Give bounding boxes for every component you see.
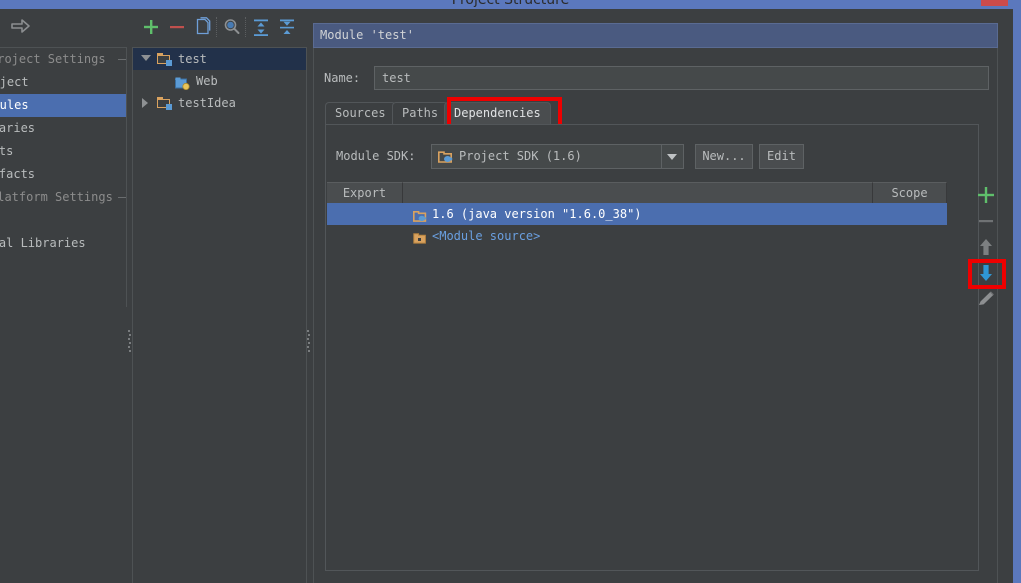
tree-detail-splitter[interactable] [306, 9, 311, 583]
tree-node-testidea[interactable]: testIdea [133, 92, 306, 114]
new-sdk-button-label: New... [702, 149, 746, 163]
module-name-row: Name: [324, 66, 989, 90]
tab-label: Sources [335, 106, 386, 120]
tree-node-label: test [178, 52, 207, 66]
sidebar-item-label: Project [0, 75, 29, 89]
edit-dependency-button[interactable] [970, 286, 1002, 312]
sidebar-item-label: Modules [0, 98, 29, 112]
move-down-button[interactable] [970, 260, 1002, 286]
toolbar-separator [216, 17, 218, 37]
tab-sources[interactable]: Sources [325, 102, 396, 124]
tree-node-test[interactable]: test [133, 48, 306, 70]
sidebar-group-project-settings: Project Settings [0, 48, 126, 71]
module-name-label: Name: [324, 71, 361, 85]
window-titlebar: Project Structure [0, 0, 1021, 9]
dependencies-table-body: 1.6 (java version "1.6.0_38") <Module so… [327, 203, 947, 570]
group-divider-rule [118, 59, 126, 60]
module-sdk-value: Project SDK (1.6) [459, 149, 582, 163]
sidebar-item-project[interactable]: Project [0, 71, 126, 94]
sidebar-item-label: Artifacts [0, 167, 36, 181]
expand-all-icon[interactable] [250, 16, 272, 38]
module-detail-title: Module 'test' [313, 23, 998, 48]
back-arrow-icon[interactable] [10, 17, 32, 35]
copy-module-button[interactable] [192, 16, 214, 38]
module-detail-body: Name: Sources Paths Dependencies [313, 48, 1006, 583]
tab-label: Dependencies [454, 106, 541, 120]
settings-sidebar: Project Settings Project Modules Librari… [0, 9, 127, 583]
module-sdk-combobox[interactable]: Project SDK (1.6) [431, 144, 684, 169]
table-row[interactable]: <Module source> [327, 225, 947, 247]
splitter-grip-icon [307, 330, 310, 352]
sidebar-group-platform-settings: Platform Settings [0, 186, 126, 209]
dependencies-tab-content: Module SDK: Project SDK (1.6) New... Edi… [325, 124, 1006, 571]
chevron-down-icon [667, 154, 677, 160]
tree-node-web[interactable]: Web [133, 70, 306, 92]
column-header-export[interactable]: Export [327, 182, 403, 203]
sidebar-item-label: Global Libraries [0, 236, 86, 250]
sidebar-item-label: Facets [0, 144, 14, 158]
sidebar-item-modules[interactable]: Modules [0, 94, 126, 117]
sidebar-toolbar [0, 9, 127, 45]
remove-dependency-button [970, 208, 1002, 234]
tab-dependencies[interactable]: Dependencies [444, 102, 551, 124]
sidebar-item-sdks[interactable]: SDKs [0, 209, 126, 232]
sidebar-item-facets[interactable]: Facets [0, 140, 126, 163]
folder-module-icon [157, 97, 172, 110]
modules-toolbar [132, 9, 308, 45]
sidebar-item-libraries[interactable]: Libraries [0, 117, 126, 140]
modules-tree-panel: test Web testIdea [132, 9, 308, 583]
sidebar-group-label: Platform Settings [0, 190, 113, 204]
column-header-scope[interactable]: Scope [873, 182, 947, 203]
project-structure-window: Project Structure Project Settings Proje… [0, 0, 1021, 583]
sidebar-item-list: Project Settings Project Modules Librari… [0, 47, 127, 307]
edit-sdk-button[interactable]: Edit [759, 144, 804, 169]
add-dependency-button[interactable] [970, 182, 1002, 208]
window-right-border-inner [1008, 9, 1013, 583]
modules-tree: test Web testIdea [132, 47, 307, 583]
module-source-icon [413, 230, 427, 252]
column-header-name[interactable] [403, 182, 873, 203]
search-icon[interactable] [221, 16, 243, 38]
dependency-name: 1.6 (java version "1.6.0_38") [432, 207, 642, 221]
chevron-down-icon[interactable] [141, 55, 151, 61]
tree-node-label: testIdea [178, 96, 236, 110]
module-detail-panel: Module 'test' Name: Sources Paths Depend… [313, 9, 1008, 583]
edit-sdk-button-label: Edit [767, 149, 796, 163]
dependencies-table-header: Export Scope [327, 182, 947, 204]
tree-node-label: Web [196, 74, 218, 88]
chevron-right-icon[interactable] [142, 98, 148, 108]
window-body: Project Settings Project Modules Librari… [0, 9, 1008, 583]
remove-module-button[interactable] [166, 16, 188, 38]
new-sdk-button[interactable]: New... [695, 144, 753, 169]
sidebar-item-global-libraries[interactable]: Global Libraries [0, 232, 126, 255]
sidebar-group-label: Project Settings [0, 52, 106, 66]
window-title: Project Structure [451, 0, 570, 8]
dependencies-side-toolbar [967, 182, 1005, 570]
sidebar-item-label: Libraries [0, 121, 36, 135]
sidebar-item-artifacts[interactable]: Artifacts [0, 163, 126, 186]
move-up-button [970, 234, 1002, 260]
splitter-grip-icon [128, 330, 131, 352]
module-sdk-row: Module SDK: Project SDK (1.6) New... Edi… [336, 144, 970, 169]
sdk-folder-icon [438, 150, 453, 166]
table-row[interactable]: 1.6 (java version "1.6.0_38") [327, 203, 947, 225]
tab-paths[interactable]: Paths [392, 102, 449, 124]
collapse-all-icon[interactable] [276, 16, 298, 38]
sdk-dropdown-toggle[interactable] [661, 145, 683, 168]
add-module-button[interactable] [140, 16, 162, 38]
web-facet-icon [175, 75, 190, 91]
module-name-input[interactable] [374, 66, 989, 90]
module-sdk-label: Module SDK: [336, 149, 416, 163]
group-divider-rule [118, 197, 126, 198]
dependency-name: <Module source> [432, 229, 541, 243]
dependencies-table: Export Scope 1.6 (java version "1.6.0_38… [327, 182, 947, 570]
folder-module-icon [157, 53, 172, 66]
tab-label: Paths [402, 106, 439, 120]
toolbar-separator [245, 17, 247, 37]
